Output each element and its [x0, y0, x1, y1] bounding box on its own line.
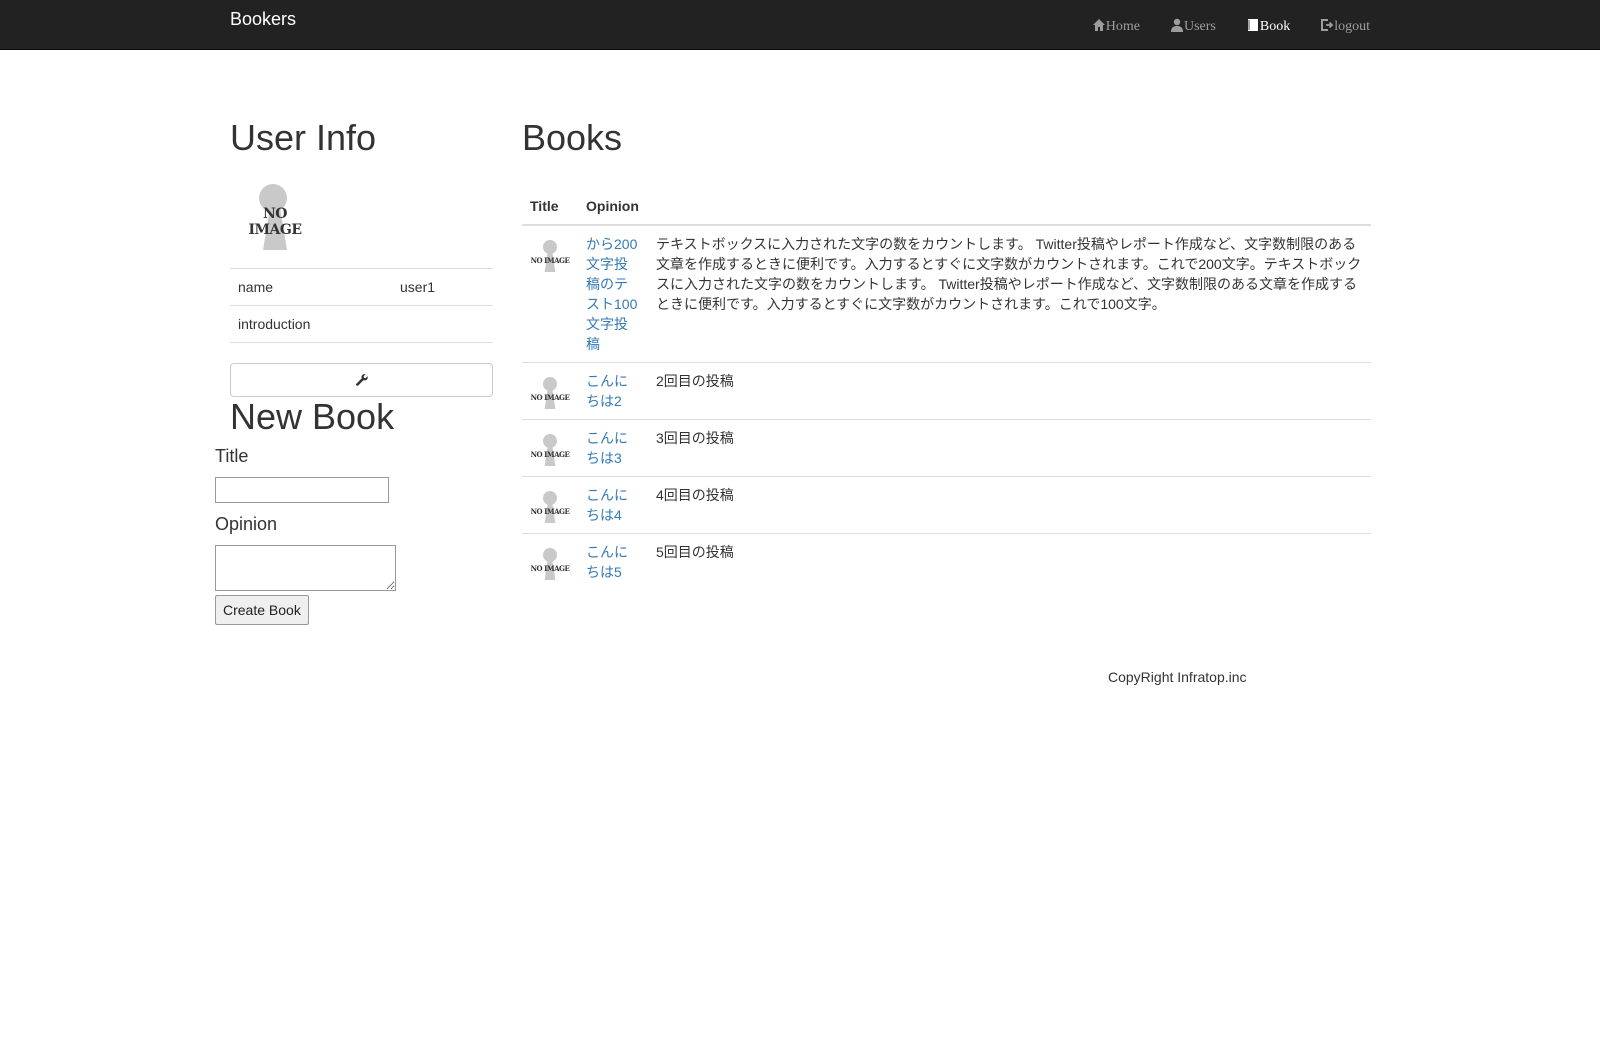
- nav-logout-label: logout: [1334, 19, 1370, 34]
- book-opinion: テキストボックスに入力された文字の数をカウントします。 Twitter投稿やレポ…: [656, 236, 1362, 312]
- user-info-value: [392, 305, 493, 343]
- user-info-label: introduction: [230, 305, 392, 343]
- wrench-icon: [355, 373, 369, 387]
- user-info-panel: User Info NO IMAGE name user1 introducti…: [230, 118, 493, 437]
- user-info-row-introduction: introduction: [230, 305, 493, 343]
- book-opinion: 3回目の投稿: [648, 419, 1371, 477]
- brand-logo[interactable]: Bookers: [230, 9, 296, 29]
- book-row: NO IMAGE こんにちは2 2回目の投稿: [522, 362, 1371, 420]
- book-thumbnail-cell: NO IMAGE: [522, 533, 578, 590]
- edit-user-button[interactable]: [230, 363, 493, 397]
- profile-image-text: NO IMAGE: [248, 206, 302, 238]
- book-title-cell: こんにちは4: [578, 476, 648, 534]
- thumbnail-text: NO IMAGE: [530, 256, 570, 265]
- new-book-heading: New Book: [230, 396, 395, 437]
- books-panel: Books Title Opinion NO IMAGE から200文字投稿のテスト…: [522, 118, 1371, 590]
- thumbnail-text: NO IMAGE: [530, 564, 570, 573]
- book-title-cell: こんにちは3: [578, 419, 648, 477]
- book-thumbnail: NO IMAGE: [530, 234, 570, 274]
- title-label: Title: [215, 446, 249, 466]
- book-thumbnail-cell: NO IMAGE: [522, 362, 578, 420]
- nav-book-label: Book: [1259, 19, 1291, 34]
- book-row: NO IMAGE から200文字投稿のテスト100文字投稿 テキストボックスに入力さ…: [522, 225, 1371, 363]
- book-row: NO IMAGE こんにちは5 5回目の投稿: [522, 533, 1371, 590]
- user-info-label: name: [230, 268, 392, 306]
- books-heading: Books: [522, 117, 623, 158]
- thumbnail-text: NO IMAGE: [530, 450, 570, 459]
- book-thumbnail: NO IMAGE: [530, 371, 570, 411]
- user-icon: [1170, 18, 1184, 32]
- nav-home-label: Home: [1105, 19, 1140, 34]
- nav-links: Home Users Book logout: [1062, 17, 1370, 37]
- book-title-cell: から200文字投稿のテスト100文字投稿: [578, 225, 648, 363]
- book-title-cell: こんにちは2: [578, 362, 648, 420]
- book-title-link[interactable]: こんにちは4: [586, 487, 628, 523]
- book-title-link[interactable]: こんにちは3: [586, 430, 628, 466]
- user-info-row-name: name user1: [230, 268, 493, 306]
- user-info-heading: User Info: [230, 117, 377, 158]
- profile-image: NO IMAGE: [235, 172, 315, 252]
- nav-users-link[interactable]: Users: [1170, 17, 1216, 37]
- book-thumbnail: NO IMAGE: [530, 485, 570, 525]
- nav-home-link[interactable]: Home: [1092, 17, 1140, 37]
- thumbnail-text: NO IMAGE: [530, 393, 570, 402]
- top-navbar: Bookers Home Users Book logout: [0, 0, 1600, 50]
- opinion-column-header: Opinion: [578, 188, 648, 226]
- nav-users-label: Users: [1183, 19, 1216, 34]
- books-table: Title Opinion NO IMAGE から200文字投稿のテスト100文字投…: [522, 188, 1371, 590]
- thumbnail-text: NO IMAGE: [530, 507, 570, 516]
- title-input[interactable]: [215, 477, 389, 503]
- footer-copyright: CopyRight Infratop.inc: [1108, 669, 1247, 685]
- create-book-button[interactable]: Create Book: [215, 595, 309, 625]
- nav-book-link[interactable]: Book: [1246, 17, 1290, 37]
- opinion-textarea[interactable]: [215, 545, 396, 591]
- book-thumbnail-cell: NO IMAGE: [522, 225, 578, 363]
- new-book-form: Title Opinion Create Book: [215, 446, 515, 625]
- book-row: NO IMAGE こんにちは3 3回目の投稿: [522, 419, 1371, 477]
- home-icon: [1092, 19, 1106, 32]
- book-title-cell: こんにちは5: [578, 533, 648, 590]
- title-column-header: Title: [522, 188, 578, 226]
- logout-icon: [1320, 19, 1334, 32]
- book-title-link[interactable]: こんにちは2: [586, 373, 628, 409]
- opinion-label: Opinion: [215, 514, 278, 534]
- book-opinion: 5回目の投稿: [648, 533, 1371, 590]
- book-thumbnail: NO IMAGE: [530, 428, 570, 468]
- book-thumbnail: NO IMAGE: [530, 542, 570, 582]
- book-title-link[interactable]: から200文字投稿のテスト100文字投稿: [586, 236, 637, 352]
- books-table-body: NO IMAGE から200文字投稿のテスト100文字投稿 テキストボックスに入力さ…: [522, 225, 1371, 590]
- user-info-value: user1: [392, 268, 493, 306]
- book-thumbnail-cell: NO IMAGE: [522, 419, 578, 477]
- book-thumbnail-cell: NO IMAGE: [522, 476, 578, 534]
- book-icon: [1246, 19, 1260, 32]
- empty-column-header: [648, 188, 1371, 226]
- book-opinion: 4回目の投稿: [648, 476, 1371, 534]
- nav-logout-link[interactable]: logout: [1320, 17, 1370, 37]
- user-info-table: name user1 introduction: [230, 268, 493, 343]
- book-row: NO IMAGE こんにちは4 4回目の投稿: [522, 476, 1371, 534]
- book-title-link[interactable]: こんにちは5: [586, 544, 628, 580]
- books-table-header: Title Opinion: [522, 188, 1371, 226]
- book-opinion: 2回目の投稿: [648, 362, 1371, 420]
